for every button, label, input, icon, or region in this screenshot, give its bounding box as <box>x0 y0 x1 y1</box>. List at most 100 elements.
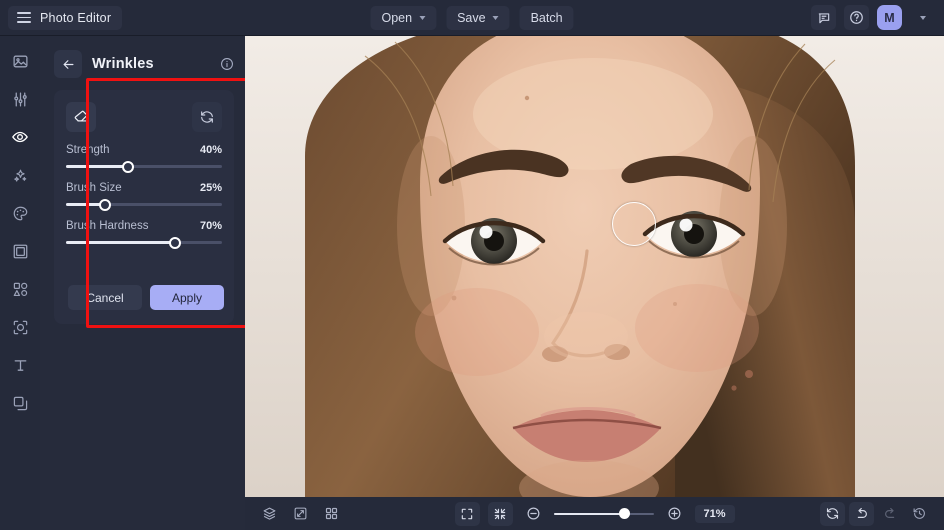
history-icon <box>913 508 925 519</box>
rail-item-portrait[interactable] <box>7 314 33 340</box>
slider-brush-size-thumb[interactable] <box>99 198 111 211</box>
slider-brush-hardness: Brush Hardness 70% <box>66 220 222 249</box>
question-circle-icon <box>850 11 863 24</box>
compare-split-icon <box>294 507 307 520</box>
adjust-sliders-icon <box>13 91 27 107</box>
feedback-button[interactable] <box>811 5 836 30</box>
back-button[interactable] <box>54 50 82 78</box>
slider-strength-track[interactable] <box>66 160 222 173</box>
hamburger-icon <box>17 12 31 23</box>
eraser-icon <box>74 110 88 122</box>
app-menu-button[interactable]: Photo Editor <box>8 5 123 30</box>
top-bar-right: M <box>811 5 935 30</box>
comment-icon <box>818 12 829 23</box>
bottom-bar-left <box>257 502 344 526</box>
apply-button[interactable]: Apply <box>150 285 224 310</box>
panel-header: Wrinkles <box>54 48 234 80</box>
chevron-down-icon <box>419 16 426 20</box>
left-tool-rail <box>0 36 40 530</box>
fullscreen-button[interactable] <box>454 501 480 526</box>
eraser-tool-button[interactable] <box>66 102 96 132</box>
history-button[interactable] <box>907 502 932 526</box>
effect-panel: Wrinkles Strength 40% Brush Size 25% Bru… <box>40 36 272 530</box>
zoom-level-badge[interactable]: 71% <box>694 504 735 523</box>
bottom-bar: 71% <box>245 497 944 530</box>
zoom-slider-thumb[interactable] <box>618 508 630 519</box>
cancel-button[interactable]: Cancel <box>68 285 142 310</box>
crop-frame-icon <box>13 244 27 258</box>
slider-strength-label: Strength <box>66 144 110 156</box>
slider-brush-hardness-value: 70% <box>199 220 222 232</box>
rail-item-retouch[interactable] <box>7 124 33 150</box>
layers-icon <box>263 507 276 520</box>
text-icon <box>14 359 26 371</box>
grid-button[interactable] <box>319 502 344 526</box>
slider-strength: Strength 40% <box>66 144 222 173</box>
shapes-icon <box>13 282 27 296</box>
help-button[interactable] <box>844 5 869 30</box>
rail-item-ai-effects[interactable] <box>7 162 33 188</box>
slider-strength-value: 40% <box>199 144 222 156</box>
batch-button[interactable]: Batch <box>519 5 574 30</box>
slider-brush-hardness-track[interactable] <box>66 236 222 249</box>
open-label: Open <box>381 10 413 25</box>
zoom-in-button[interactable] <box>661 502 686 526</box>
account-menu-button[interactable] <box>910 5 935 30</box>
arrow-left-icon <box>63 59 73 69</box>
rail-item-color[interactable] <box>7 200 33 226</box>
effect-controls-card: Strength 40% Brush Size 25% Brush Hardne… <box>54 90 234 324</box>
chevron-down-icon <box>919 16 926 20</box>
slider-brush-size-track[interactable] <box>66 198 222 211</box>
fit-to-screen-icon <box>494 508 506 519</box>
open-button[interactable]: Open <box>370 5 437 30</box>
slider-brush-hardness-label: Brush Hardness <box>66 220 149 232</box>
info-circle-icon <box>221 58 233 70</box>
rail-item-image[interactable] <box>7 48 33 74</box>
top-bar-center: Open Save Batch <box>370 5 574 30</box>
rail-item-shapes[interactable] <box>7 276 33 302</box>
app-title: Photo Editor <box>40 10 112 25</box>
redo-icon <box>885 507 895 518</box>
image-canvas[interactable] <box>245 36 944 497</box>
panel-actions: Cancel Apply <box>68 285 224 310</box>
fit-screen-button[interactable] <box>487 501 513 526</box>
tool-row <box>66 102 222 132</box>
bottom-bar-right <box>820 501 932 526</box>
slider-brush-hardness-fill <box>66 241 176 244</box>
zoom-slider[interactable] <box>553 508 654 519</box>
face-detect-icon <box>13 320 27 334</box>
slider-brush-hardness-thumb[interactable] <box>169 236 182 249</box>
retouch-eye-icon <box>12 131 28 143</box>
info-button[interactable] <box>220 57 234 71</box>
avatar[interactable]: M <box>877 5 902 30</box>
zoom-out-button[interactable] <box>520 502 545 526</box>
zoom-slider-fill <box>553 512 625 515</box>
rail-item-text[interactable] <box>7 352 33 378</box>
photo-editor-app: Photo Editor Open Save Batch M Wrinkles … <box>0 0 944 530</box>
layers-stack-icon <box>13 396 27 410</box>
save-label: Save <box>457 10 486 25</box>
slider-brush-hardness-header: Brush Hardness 70% <box>66 220 222 232</box>
top-bar-left: Photo Editor <box>0 5 123 30</box>
undo-button[interactable] <box>849 501 874 526</box>
save-button[interactable]: Save <box>446 5 510 30</box>
page-title: Wrinkles <box>92 56 154 72</box>
grid-view-icon <box>325 507 338 520</box>
rail-item-adjust[interactable] <box>7 86 33 112</box>
rail-item-crop[interactable] <box>7 238 33 264</box>
slider-brush-size-value: 25% <box>199 182 222 194</box>
reset-view-icon <box>826 508 839 519</box>
reset-refresh-icon <box>201 111 213 123</box>
reset-effect-button[interactable] <box>192 102 222 132</box>
layers-button[interactable] <box>257 502 282 526</box>
redo-button[interactable] <box>878 502 903 526</box>
compare-button[interactable] <box>288 502 313 526</box>
portrait-photo <box>245 36 944 497</box>
top-bar: Photo Editor Open Save Batch M <box>0 0 944 36</box>
reset-view-button[interactable] <box>820 501 845 526</box>
slider-strength-thumb[interactable] <box>122 160 135 173</box>
zoom-in-icon <box>668 507 680 520</box>
batch-label: Batch <box>530 10 563 25</box>
rail-item-layers[interactable] <box>7 390 33 416</box>
undo-icon <box>857 507 867 518</box>
